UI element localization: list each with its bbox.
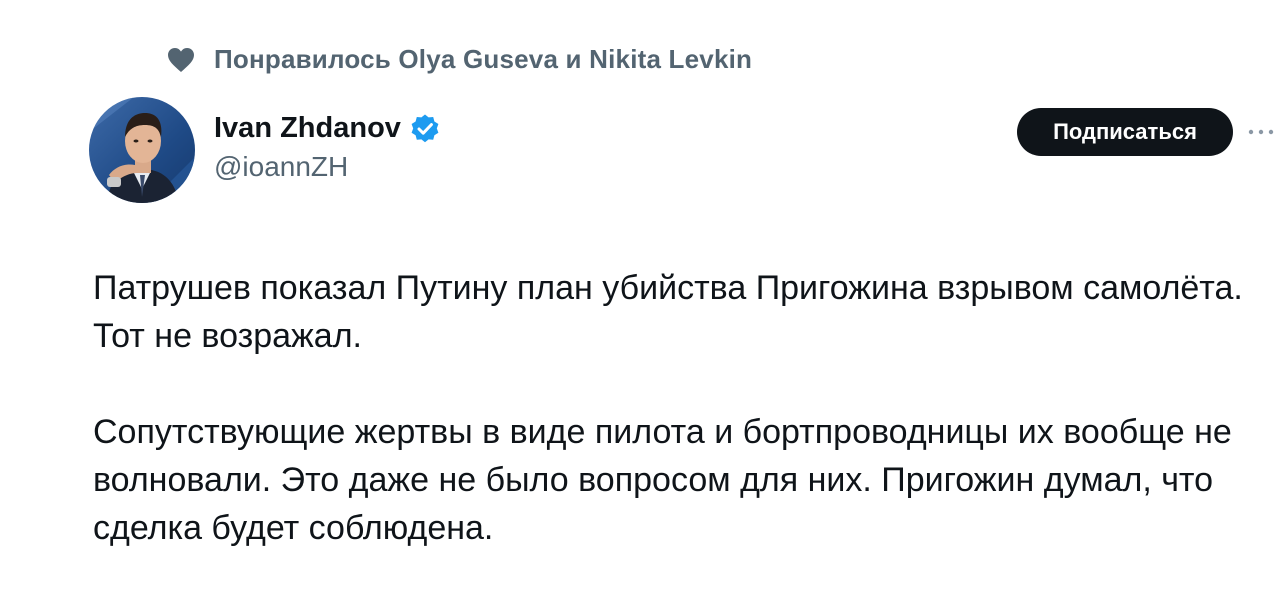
author-name-row: Ivan Zhdanov: [214, 112, 441, 145]
more-dots-icon[interactable]: [1246, 122, 1276, 142]
tweet-paragraph: Сопутствующие жертвы в виде пилота и бор…: [93, 413, 1232, 547]
tweet-paragraph: Патрушев показал Путину план убийства Пр…: [93, 269, 1243, 355]
tweet-card: Понравилось Olya Guseva и Nikita Levkin: [0, 0, 1280, 590]
author-handle[interactable]: @ioannZH: [214, 151, 441, 183]
tweet-text: Патрушев показал Путину план убийства Пр…: [93, 264, 1243, 552]
follow-button[interactable]: Подписаться: [1017, 108, 1233, 156]
liked-by-text: Понравилось Olya Guseva и Nikita Levkin: [214, 44, 753, 74]
heart-icon: [166, 45, 196, 75]
social-context[interactable]: Понравилось Olya Guseva и Nikita Levkin: [166, 44, 752, 75]
author-name[interactable]: Ivan Zhdanov: [214, 112, 401, 145]
avatar[interactable]: [89, 97, 195, 203]
verified-badge-icon[interactable]: [409, 113, 441, 145]
author-block: Ivan Zhdanov @ioannZH: [214, 112, 441, 183]
avatar-photo: [89, 97, 195, 203]
